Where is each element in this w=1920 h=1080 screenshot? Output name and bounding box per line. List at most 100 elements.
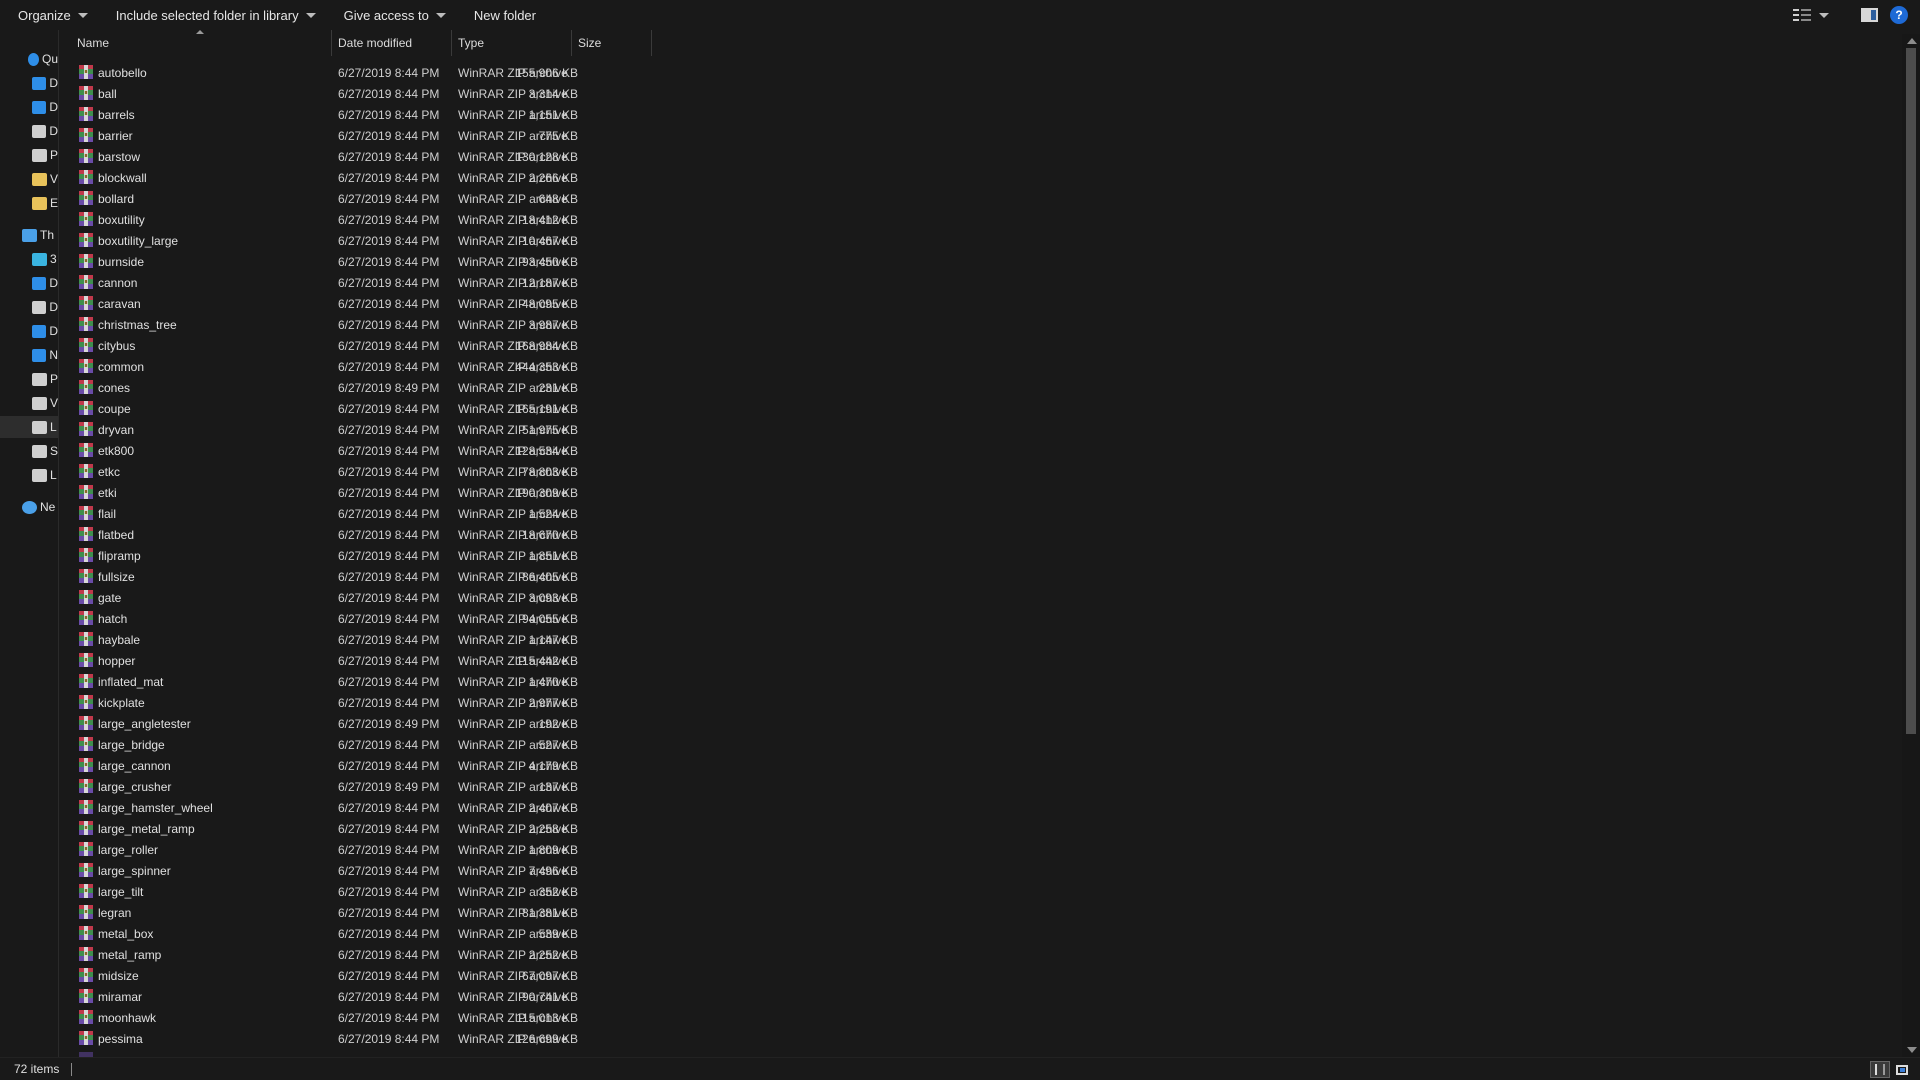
file-name: flail: [98, 507, 117, 521]
file-row[interactable]: gate 6/27/2019 8:44 PM WinRAR ZIP archive 3…: [74, 587, 654, 608]
winrar-archive-icon: [79, 359, 93, 373]
file-row[interactable]: bollard 6/27/2019 8:44 PM WinRAR ZIP archi…: [74, 188, 654, 209]
column-divider[interactable]: [651, 30, 652, 56]
nav-item[interactable]: D: [0, 272, 58, 294]
file-row[interactable]: large_spinner 6/27/2019 8:44 PM WinRAR ZIP…: [74, 860, 654, 881]
file-row[interactable]: fullsize 6/27/2019 8:44 PM WinRAR ZIP arch…: [74, 566, 654, 587]
file-row[interactable]: citybus 6/27/2019 8:44 PM WinRAR ZIP archi…: [74, 335, 654, 356]
nav-item[interactable]: P: [0, 144, 58, 166]
preview-pane-icon[interactable]: [1861, 8, 1878, 22]
nav-item[interactable]: N: [0, 344, 58, 366]
nav-item[interactable]: Qu: [0, 48, 58, 70]
nav-item[interactable]: Ne: [0, 496, 58, 518]
nav-item[interactable]: D: [0, 72, 58, 94]
scroll-down-icon[interactable]: [1907, 1047, 1917, 1053]
large-icons-view-button[interactable]: [1892, 1061, 1912, 1078]
file-row[interactable]: hopper 6/27/2019 8:44 PM WinRAR ZIP archiv…: [74, 650, 654, 671]
file-row[interactable]: barrier 6/27/2019 8:44 PM WinRAR ZIP archi…: [74, 125, 654, 146]
file-row[interactable]: flatbed 6/27/2019 8:44 PM WinRAR ZIP archi…: [74, 524, 654, 545]
file-row[interactable]: cones 6/27/2019 8:49 PM WinRAR ZIP archive…: [74, 377, 654, 398]
file-row[interactable]: metal_ramp 6/27/2019 8:44 PM WinRAR ZIP ar…: [74, 944, 654, 965]
nav-item[interactable]: V: [0, 168, 58, 190]
file-row[interactable]: haybale 6/27/2019 8:44 PM WinRAR ZIP archi…: [74, 629, 654, 650]
file-row[interactable]: metal_box 6/27/2019 8:44 PM WinRAR ZIP arc…: [74, 923, 654, 944]
file-row[interactable]: autobello 6/27/2019 8:44 PM WinRAR ZIP arc…: [74, 62, 654, 83]
new-folder-button[interactable]: New folder: [456, 0, 546, 30]
give-access-button[interactable]: Give access to: [326, 0, 456, 30]
file-row[interactable]: pessima 6/27/2019 8:44 PM WinRAR ZIP archi…: [74, 1028, 654, 1049]
nav-item[interactable]: E: [0, 192, 58, 214]
file-row[interactable]: barrels 6/27/2019 8:44 PM WinRAR ZIP archi…: [74, 104, 654, 125]
file-date: 6/27/2019 8:44 PM: [338, 423, 440, 437]
file-row[interactable]: large_angletester 6/27/2019 8:49 PM WinRAR…: [74, 713, 654, 734]
file-row[interactable]: christmas_tree 6/27/2019 8:44 PM WinRAR ZI…: [74, 314, 654, 335]
nav-item[interactable]: S: [0, 440, 58, 462]
nav-item[interactable]: D: [0, 320, 58, 342]
file-row[interactable]: large_metal_ramp 6/27/2019 8:44 PM WinRAR …: [74, 818, 654, 839]
column-divider[interactable]: [571, 30, 572, 56]
nav-item[interactable]: P: [0, 368, 58, 390]
file-row[interactable]: large_hamster_wheel 6/27/2019 8:44 PM WinR…: [74, 797, 654, 818]
file-row[interactable]: etkc 6/27/2019 8:44 PM WinRAR ZIP archive 7…: [74, 461, 654, 482]
file-name: large_crusher: [98, 780, 172, 794]
file-size: 190,309 KB: [515, 486, 578, 500]
vertical-scrollbar[interactable]: [1902, 34, 1920, 1057]
column-header-type[interactable]: Type: [458, 30, 570, 56]
file-row[interactable]: large_cannon 6/27/2019 8:44 PM WinRAR ZIP …: [74, 755, 654, 776]
file-row[interactable]: flail 6/27/2019 8:44 PM WinRAR ZIP archive…: [74, 503, 654, 524]
file-row[interactable]: midsize 6/27/2019 8:44 PM WinRAR ZIP archi…: [74, 965, 654, 986]
file-row[interactable]: miramar 6/27/2019 8:44 PM WinRAR ZIP archi…: [74, 986, 654, 1007]
file-row[interactable]: boxutility 6/27/2019 8:44 PM WinRAR ZIP ar…: [74, 209, 654, 230]
file-row[interactable]: cannon 6/27/2019 8:44 PM WinRAR ZIP archiv…: [74, 272, 654, 293]
column-header-size[interactable]: Size: [578, 30, 650, 56]
chevron-down-icon[interactable]: [1819, 12, 1829, 18]
nav-item[interactable]: Th: [0, 224, 58, 246]
file-row[interactable]: barstow 6/27/2019 8:44 PM WinRAR ZIP archi…: [74, 146, 654, 167]
file-row[interactable]: hatch 6/27/2019 8:44 PM WinRAR ZIP archive…: [74, 608, 654, 629]
file-row[interactable]: common 6/27/2019 8:44 PM WinRAR ZIP archiv…: [74, 356, 654, 377]
file-row[interactable]: ball 6/27/2019 8:44 PM WinRAR ZIP archive 3…: [74, 83, 654, 104]
file-row[interactable]: large_crusher 6/27/2019 8:49 PM WinRAR ZIP…: [74, 776, 654, 797]
column-header-name[interactable]: Name: [77, 30, 330, 56]
column-divider[interactable]: [331, 30, 332, 56]
scroll-up-icon[interactable]: [1907, 38, 1917, 44]
pane-splitter[interactable]: [58, 30, 59, 1057]
music-icon: [32, 348, 47, 362]
file-row[interactable]: moonhawk 6/27/2019 8:44 PM WinRAR ZIP arch…: [74, 1007, 654, 1028]
file-row[interactable]: boxutility_large 6/27/2019 8:44 PM WinRAR …: [74, 230, 654, 251]
scrollbar-thumb[interactable]: [1906, 48, 1916, 734]
file-row-partial[interactable]: [74, 1049, 654, 1057]
file-row[interactable]: flipramp 6/27/2019 8:44 PM WinRAR ZIP arch…: [74, 545, 654, 566]
file-size: 48,095 KB: [521, 297, 578, 311]
nav-item[interactable]: D: [0, 296, 58, 318]
view-options-icon[interactable]: [1793, 8, 1811, 22]
chevron-down-icon: [305, 12, 316, 18]
include-library-button[interactable]: Include selected folder in library: [98, 0, 326, 30]
file-row[interactable]: dryvan 6/27/2019 8:44 PM WinRAR ZIP archiv…: [74, 419, 654, 440]
nav-item[interactable]: L: [0, 464, 58, 486]
details-view-button[interactable]: [1870, 1061, 1890, 1078]
nav-item[interactable]: L: [0, 416, 58, 438]
file-row[interactable]: burnside 6/27/2019 8:44 PM WinRAR ZIP arch…: [74, 251, 654, 272]
nav-item[interactable]: D: [0, 120, 58, 142]
file-row[interactable]: kickplate 6/27/2019 8:44 PM WinRAR ZIP arc…: [74, 692, 654, 713]
file-row[interactable]: legran 6/27/2019 8:44 PM WinRAR ZIP archiv…: [74, 902, 654, 923]
column-header-date[interactable]: Date modified: [338, 30, 450, 56]
nav-item[interactable]: D: [0, 96, 58, 118]
file-row[interactable]: inflated_mat 6/27/2019 8:44 PM WinRAR ZIP …: [74, 671, 654, 692]
nav-item[interactable]: 3: [0, 248, 58, 270]
organize-button[interactable]: Organize: [0, 0, 98, 30]
nav-item-label: D: [49, 100, 58, 114]
file-row[interactable]: large_roller 6/27/2019 8:44 PM WinRAR ZIP …: [74, 839, 654, 860]
file-row[interactable]: blockwall 6/27/2019 8:44 PM WinRAR ZIP arc…: [74, 167, 654, 188]
nav-item[interactable]: V: [0, 392, 58, 414]
column-divider[interactable]: [451, 30, 452, 56]
file-row[interactable]: large_tilt 6/27/2019 8:44 PM WinRAR ZIP ar…: [74, 881, 654, 902]
file-row[interactable]: etki 6/27/2019 8:44 PM WinRAR ZIP archive 1…: [74, 482, 654, 503]
help-icon[interactable]: ?: [1890, 6, 1908, 24]
winrar-archive-icon: [79, 65, 93, 79]
file-row[interactable]: coupe 6/27/2019 8:44 PM WinRAR ZIP archive…: [74, 398, 654, 419]
file-row[interactable]: etk800 6/27/2019 8:44 PM WinRAR ZIP archiv…: [74, 440, 654, 461]
file-row[interactable]: caravan 6/27/2019 8:44 PM WinRAR ZIP archi…: [74, 293, 654, 314]
file-row[interactable]: large_bridge 6/27/2019 8:44 PM WinRAR ZIP …: [74, 734, 654, 755]
